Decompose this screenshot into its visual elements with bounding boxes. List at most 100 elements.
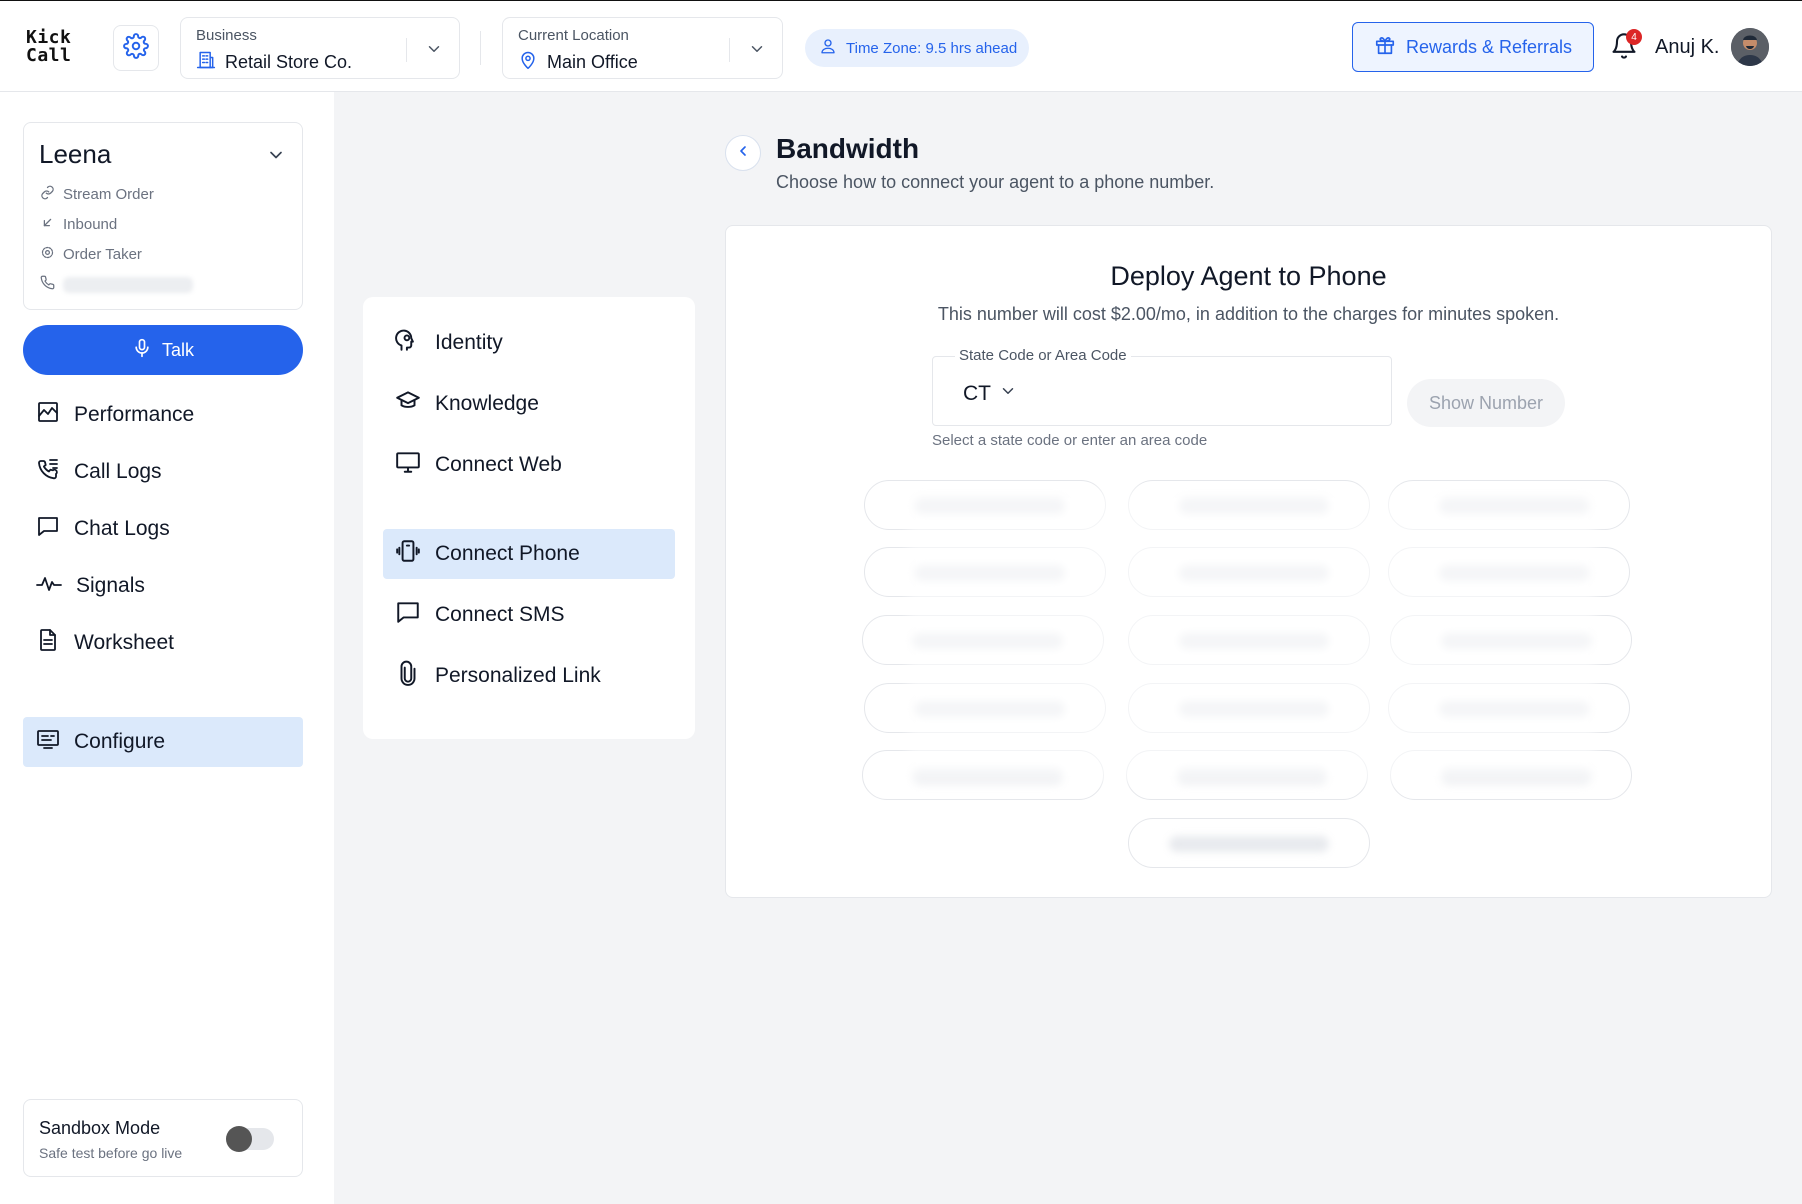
sidebar-item-configure[interactable]: Configure — [23, 717, 303, 767]
divider — [406, 38, 407, 62]
notification-badge: 4 — [1626, 29, 1642, 45]
rewards-referrals-button[interactable]: Rewards & Referrals — [1352, 22, 1594, 72]
timezone-badge: Time Zone: 9.5 hrs ahead — [805, 29, 1030, 67]
sidebar: Leena Stream Order Inbound Order Taker T… — [0, 92, 334, 1204]
map-pin-icon — [518, 50, 538, 75]
talk-label: Talk — [161, 339, 194, 360]
area-code-label: State Code or Area Code — [955, 347, 1131, 364]
phone-vibrate-icon — [395, 538, 421, 570]
sandbox-mode-card: Sandbox Mode Safe test before go live — [23, 1099, 303, 1177]
config-item-label: Identity — [435, 331, 503, 354]
chevron-down-icon[interactable] — [266, 145, 286, 170]
sandbox-title: Sandbox Mode — [39, 1118, 161, 1138]
gear-icon — [123, 32, 149, 64]
agent-detail-text: Stream Order — [63, 186, 154, 203]
settings-button[interactable] — [113, 25, 159, 71]
config-item-label: Connect SMS — [435, 603, 565, 626]
card-title: Deploy Agent to Phone — [1110, 261, 1387, 291]
business-value: Retail Store Co. — [225, 52, 353, 72]
sidebar-item-signals[interactable]: Signals — [23, 561, 303, 611]
identity-icon — [395, 327, 421, 359]
chevron-down-icon — [748, 40, 766, 63]
sidebar-item-performance[interactable]: Performance — [23, 390, 303, 440]
location-label: Current Location — [518, 27, 629, 44]
user-name[interactable]: Anuj K. — [1655, 36, 1719, 59]
monitor-icon — [395, 449, 421, 481]
location-value: Main Office — [547, 52, 638, 72]
notifications-button[interactable]: 4 — [1610, 29, 1642, 65]
config-item-label: Connect Phone — [435, 542, 580, 565]
config-item-identity[interactable]: Identity — [383, 318, 675, 368]
sidebar-item-worksheet[interactable]: Worksheet — [23, 618, 303, 668]
config-item-connect-sms[interactable]: Connect SMS — [383, 590, 675, 640]
top-bar: Kick Call Business Retail Store Co. Curr — [0, 0, 1802, 92]
document-icon — [36, 628, 60, 658]
config-item-connect-phone[interactable]: Connect Phone — [383, 529, 675, 579]
chevron-down-icon — [425, 40, 443, 63]
sandbox-toggle[interactable] — [226, 1126, 274, 1152]
sidebar-item-label: Configure — [74, 730, 166, 753]
sidebar-item-call-logs[interactable]: Call Logs — [23, 447, 303, 497]
redaction-overlay — [908, 490, 1596, 784]
phone-icon — [40, 275, 55, 294]
agent-phone-redacted — [63, 276, 193, 293]
business-label: Business — [196, 27, 257, 44]
divider — [729, 38, 730, 62]
area-code-field[interactable]: CT — [932, 356, 1392, 426]
config-item-knowledge[interactable]: Knowledge — [383, 379, 675, 429]
agent-detail-text: Order Taker — [63, 246, 142, 263]
sidebar-item-label: Performance — [74, 403, 195, 426]
chevron-down-icon — [999, 382, 1017, 406]
area-code-help: Select a state code or enter an area cod… — [932, 432, 1208, 449]
kickcall-logo[interactable]: Kick Call — [26, 29, 71, 65]
pulse-icon — [36, 571, 62, 601]
page-title: Bandwidth — [776, 133, 920, 164]
building-icon — [196, 50, 216, 75]
agent-phone-row — [40, 275, 193, 294]
talk-button[interactable]: Talk — [23, 325, 303, 375]
config-item-personalized-link[interactable]: Personalized Link — [383, 651, 675, 701]
sandbox-subtitle: Safe test before go live — [39, 1145, 183, 1161]
sidebar-item-label: Call Logs — [74, 460, 162, 483]
area-code-select[interactable]: CT — [963, 382, 1017, 406]
gift-icon — [1374, 34, 1396, 61]
graduation-cap-icon — [395, 388, 421, 420]
show-number-button[interactable]: Show Number — [1407, 379, 1565, 427]
phone-number-redacted — [1169, 836, 1329, 852]
card-subtitle: This number will cost $2.00/mo, in addit… — [937, 304, 1560, 324]
config-item-label: Connect Web — [435, 453, 562, 476]
agent-detail-row: Stream Order — [40, 185, 154, 204]
load-more-numbers-button[interactable] — [1128, 818, 1370, 868]
agent-detail-row: Order Taker — [40, 245, 142, 264]
paperclip-icon — [395, 660, 421, 692]
agent-detail-row: Inbound — [40, 215, 117, 234]
agent-card[interactable]: Leena Stream Order Inbound Order Taker — [23, 122, 303, 310]
divider — [480, 31, 481, 65]
link-icon — [40, 185, 55, 204]
configure-icon — [36, 727, 60, 757]
chart-icon — [36, 400, 60, 430]
configure-menu: Identity Knowledge Connect Web Connect P… — [363, 297, 695, 739]
inbound-arrow-icon — [40, 215, 55, 234]
sidebar-item-chat-logs[interactable]: Chat Logs — [23, 504, 303, 554]
business-select[interactable]: Business Retail Store Co. — [180, 17, 460, 79]
area-code-value: CT — [963, 382, 991, 405]
phone-list-icon — [36, 457, 60, 487]
message-icon — [395, 599, 421, 631]
avatar[interactable] — [1731, 28, 1769, 66]
config-item-label: Knowledge — [435, 392, 539, 415]
timezone-text: Time Zone: 9.5 hrs ahead — [846, 39, 1018, 57]
bell-icon — [1610, 33, 1638, 64]
back-button[interactable] — [725, 135, 761, 171]
microphone-icon — [132, 338, 152, 363]
agent-name: Leena — [39, 139, 112, 169]
sidebar-item-label: Chat Logs — [74, 517, 170, 540]
rewards-label: Rewards & Referrals — [1405, 36, 1573, 57]
toggle-knob — [226, 1126, 252, 1152]
config-item-label: Personalized Link — [435, 664, 601, 687]
settings-icon — [40, 245, 55, 264]
page-subtitle: Choose how to connect your agent to a ph… — [776, 172, 1215, 192]
location-select[interactable]: Current Location Main Office — [502, 17, 783, 79]
config-item-connect-web[interactable]: Connect Web — [383, 440, 675, 490]
chat-icon — [36, 514, 60, 544]
